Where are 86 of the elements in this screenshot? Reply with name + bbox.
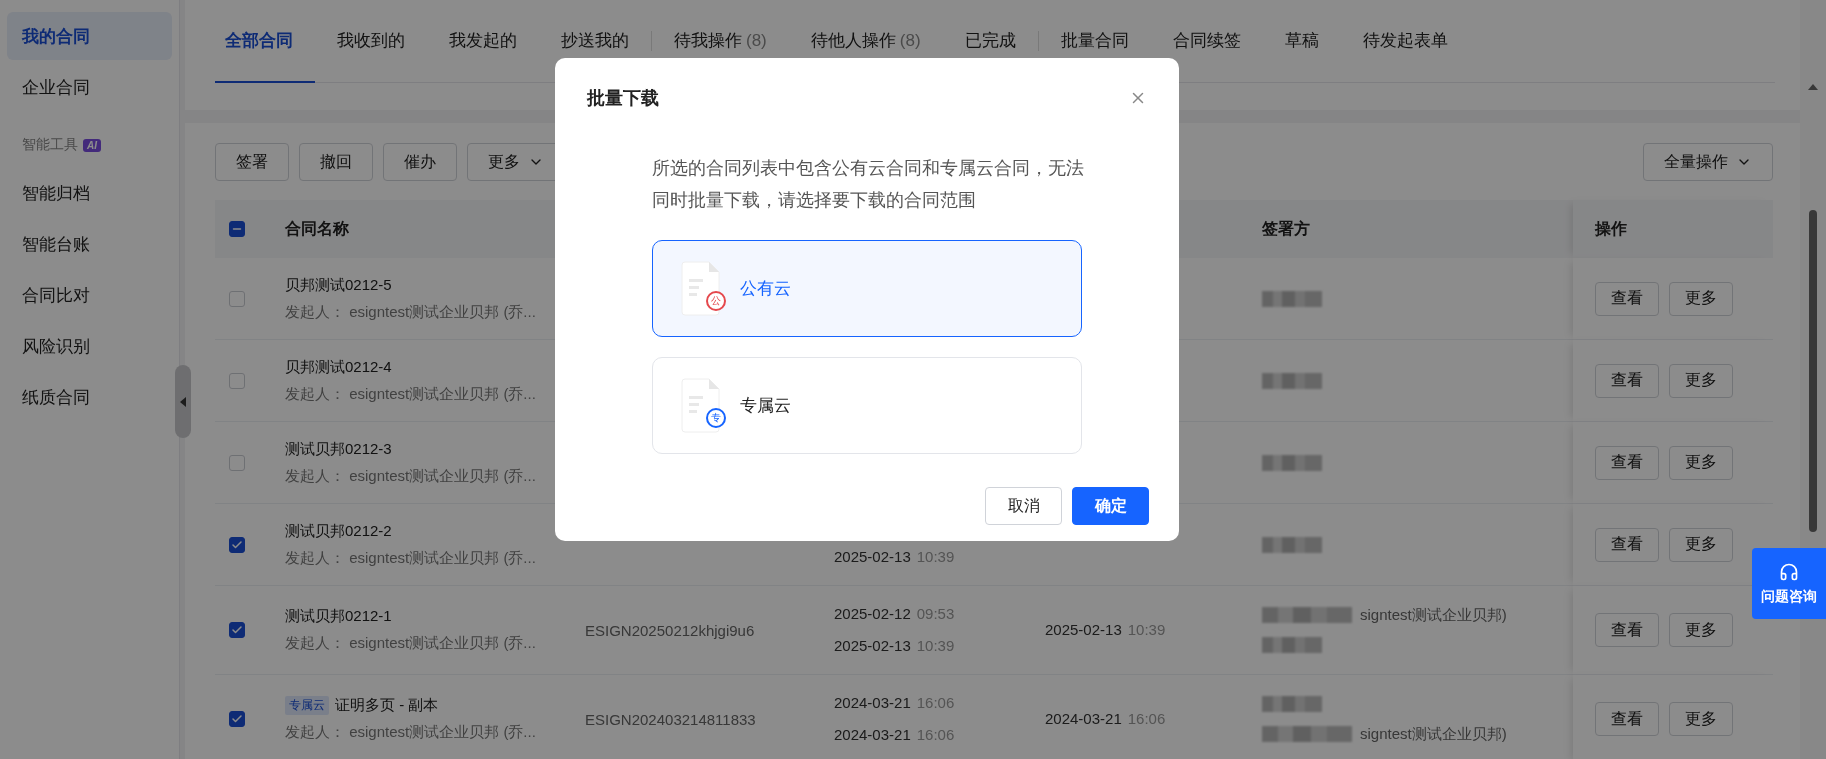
blurred-text [1262, 454, 1322, 471]
sidebar-item[interactable]: 智能归档 [7, 169, 172, 217]
signer-name: signtest测试企业贝邦) [1360, 605, 1507, 625]
cloud-tag: 专属云 [285, 696, 329, 715]
contract-name[interactable]: 贝邦测试0212-5 [285, 275, 392, 295]
tab[interactable]: 我发起的 [427, 0, 539, 83]
row-action-button[interactable]: 查看 [1595, 702, 1659, 736]
row-action-button[interactable]: 更多 [1669, 702, 1733, 736]
document-icon [680, 377, 720, 434]
contract-name[interactable]: 测试贝邦0212-2 [285, 521, 392, 541]
contract-name[interactable]: 测试贝邦0212-3 [285, 439, 392, 459]
row-action-button[interactable]: 更多 [1669, 363, 1733, 398]
checkbox[interactable] [229, 536, 245, 553]
column-header: 操作 [1573, 200, 1773, 258]
initiator-text: 发起人： esigntest测试企业贝邦 (乔... [285, 384, 537, 404]
cancel-button[interactable]: 取消 [985, 487, 1062, 525]
row-action-button[interactable]: 查看 [1595, 527, 1659, 562]
contract-name[interactable]: 测试贝邦0212-1 [285, 607, 392, 626]
scroll-up-icon[interactable] [1808, 84, 1818, 90]
contract-number: ESIGN20250212khjgi9u6 [585, 621, 756, 639]
contract-name[interactable]: 贝邦测试0212-4 [285, 357, 392, 377]
sidebar-item[interactable]: 我的合同 [7, 12, 172, 60]
row-action-button[interactable]: 查看 [1595, 613, 1659, 647]
bulk-action-button[interactable]: 全量操作 [1643, 143, 1773, 181]
date-time: 2025-02-13 10:39 [834, 636, 956, 656]
initiator-text: 发起人： esigntest测试企业贝邦 (乔... [285, 466, 537, 486]
blurred-text [1262, 290, 1322, 307]
headset-icon [1779, 561, 1799, 582]
option-label: 专属云 [740, 395, 791, 417]
toolbar-button[interactable]: 签署 [215, 143, 289, 181]
date-time: 2025-02-12 09:53 [834, 604, 956, 624]
help-button[interactable]: 问题咨询 [1752, 548, 1826, 619]
dialog-message: 所选的合同列表中包含公有云合同和专属云合同，无法同时批量下载，请选择要下载的合同范围 [652, 157, 1085, 212]
date-time: 2025-02-13 10:39 [1045, 620, 1167, 640]
row-action-button[interactable]: 查看 [1595, 363, 1659, 398]
toolbar-button[interactable]: 撤回 [299, 143, 373, 181]
option-card[interactable]: 公 公有云 [652, 240, 1082, 337]
option-card[interactable]: 专 专属云 [652, 357, 1082, 454]
blurred-text [1262, 696, 1322, 712]
blurred-text [1262, 637, 1322, 653]
initiator-text: 发起人： esigntest测试企业贝邦 (乔... [285, 723, 537, 742]
blurred-text [1262, 372, 1322, 389]
row-action-button[interactable]: 查看 [1595, 445, 1659, 480]
blurred-text [1262, 536, 1322, 553]
contract-number: ESIGN202403214811833 [585, 710, 757, 728]
checkbox[interactable] [229, 221, 245, 237]
date-time: 2024-03-21 16:06 [834, 725, 956, 745]
sidebar-item[interactable]: 纸质合同 [7, 373, 172, 421]
check-icon [231, 713, 243, 725]
check-icon [231, 538, 243, 551]
signer-name: signtest测试企业贝邦) [1360, 724, 1507, 744]
toolbar-button[interactable]: 催办 [383, 143, 457, 181]
checkbox[interactable] [229, 711, 245, 727]
option-label: 公有云 [740, 278, 791, 300]
date-time: 2024-03-21 16:06 [1045, 709, 1167, 729]
sidebar-item[interactable]: 智能台账 [7, 220, 172, 268]
row-action-button[interactable]: 更多 [1669, 445, 1733, 480]
initiator-text: 发起人： esigntest测试企业贝邦 (乔... [285, 302, 537, 322]
column-header: 合同名称 [285, 218, 349, 239]
tab[interactable]: 待发起表单 [1340, 0, 1470, 83]
scrollbar-thumb[interactable] [1809, 210, 1817, 532]
sidebar-item[interactable]: 合同比对 [7, 271, 172, 319]
column-header: 签署方 [1262, 218, 1310, 239]
initiator-text: 发起人： esigntest测试企业贝邦 (乔... [285, 548, 537, 568]
ai-badge: AI [83, 138, 101, 152]
tab[interactable]: 我收到的 [315, 0, 427, 83]
date-time: 2025-02-13 10:39 [834, 547, 956, 567]
check-icon [231, 624, 243, 636]
row-action-button[interactable]: 更多 [1669, 281, 1733, 316]
tab[interactable]: 全部合同 [215, 0, 315, 83]
row-action-button[interactable]: 更多 [1669, 613, 1733, 647]
sidebar-item[interactable]: 风险识别 [7, 322, 172, 370]
sidebar-item[interactable]: 企业合同 [7, 63, 172, 111]
contract-name[interactable]: 证明多页 - 副本 [335, 696, 439, 715]
document-icon [680, 260, 720, 317]
collapse-handle[interactable] [175, 365, 191, 438]
checkbox[interactable] [229, 622, 245, 638]
section-label: 智能工具 [22, 136, 78, 154]
dialog-title: 批量下载 [587, 87, 659, 110]
date-time: 2024-03-21 16:06 [834, 693, 956, 713]
initiator-text: 发起人： esigntest测试企业贝邦 (乔... [285, 634, 537, 653]
tab[interactable]: 草稿 [1262, 0, 1341, 83]
confirm-button[interactable]: 确定 [1072, 487, 1149, 525]
row-action-button[interactable]: 更多 [1669, 527, 1733, 562]
row-action-button[interactable]: 查看 [1595, 281, 1659, 316]
tab[interactable]: 合同续签 [1150, 0, 1263, 83]
